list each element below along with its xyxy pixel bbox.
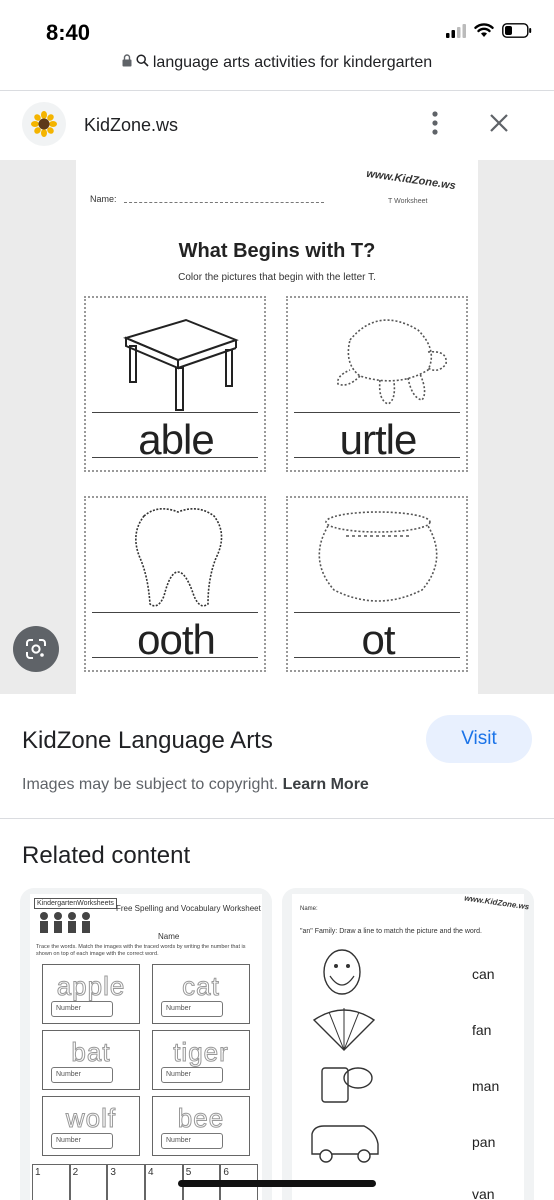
related-card-image: Name: www.KidZone.ws "an" Family: Draw a… [292, 893, 530, 1200]
battery-icon [502, 23, 532, 43]
worksheet-title: What Begins with T? [178, 240, 376, 262]
word-box: tiger Number [152, 1030, 250, 1090]
worksheet-cell-table: able [84, 296, 266, 472]
learn-more-link[interactable]: Learn More [283, 776, 369, 793]
man-picture [323, 949, 361, 995]
family-word: can [472, 966, 495, 982]
worksheet-word: ooth [137, 616, 216, 663]
trace-word: wolf [65, 1103, 117, 1134]
google-lens-icon[interactable] [13, 626, 59, 672]
worksheet-cell-pot: ot [286, 496, 468, 672]
word-box: wolf Number [42, 1096, 140, 1156]
card-title: Free Spelling and Vocabulary Worksheet [116, 904, 261, 913]
header-divider [0, 90, 554, 91]
family-word: pan [472, 1134, 496, 1150]
pot-picture [318, 511, 438, 602]
worksheet-cell-tooth: ooth [84, 496, 266, 672]
section-divider [0, 818, 554, 819]
wifi-icon [474, 23, 494, 43]
copyright-notice: Images may be subject to copyright. Lear… [22, 776, 369, 794]
search-icon [136, 54, 149, 72]
result-title-row: KidZone Language Arts Visit [0, 700, 554, 780]
trace-word: tiger [173, 1037, 229, 1068]
can-picture [321, 1067, 373, 1103]
related-content-heading: Related content [22, 842, 191, 869]
related-card[interactable]: Name: www.KidZone.ws "an" Family: Draw a… [282, 888, 534, 1200]
turtle-picture [336, 319, 447, 405]
trace-word: apple [56, 971, 126, 1002]
family-word: fan [472, 1022, 492, 1038]
related-card-image: KindergartenWorksheets Free Spelling and… [30, 894, 262, 1200]
number-box: Number [51, 1133, 113, 1149]
more-vert-icon[interactable] [420, 108, 450, 138]
worksheet-word: ot [361, 616, 395, 663]
worksheet-image[interactable]: Name: www.KidZone.ws T Worksheet What Be… [76, 160, 478, 694]
word-box: apple Number [42, 964, 140, 1024]
word-box: bee Number [152, 1096, 250, 1156]
family-word: man [472, 1078, 500, 1094]
table-picture [123, 318, 239, 411]
worksheet-name-label: Name: [90, 194, 117, 204]
worksheet-name-line [124, 202, 324, 203]
number-box: Number [51, 1067, 113, 1083]
worksheet-logo-sub: T Worksheet [388, 198, 428, 205]
card-instructions: "an" Family: Draw a line to match the pi… [300, 928, 482, 935]
van-picture [311, 1125, 379, 1163]
url-text: language arts activities for kindergarte… [152, 54, 433, 71]
card-header: KindergartenWorksheets [34, 898, 117, 909]
kids-icon [40, 912, 90, 933]
worksheet-cell-turtle: urtle [286, 296, 468, 472]
strip-cell: 2 [69, 1164, 108, 1200]
worksheet-word: urtle [339, 416, 418, 463]
strip-cell: 1 [32, 1164, 70, 1200]
worksheet-line [294, 412, 460, 413]
family-word: van [472, 1186, 495, 1200]
tooth-picture [135, 508, 223, 607]
word-box: bat Number [42, 1030, 140, 1090]
status-icons [446, 22, 532, 44]
image-title[interactable]: KidZone Language Arts [22, 727, 273, 755]
home-indicator[interactable] [178, 1180, 376, 1187]
trace-word: bee [177, 1103, 225, 1134]
strip-cell: 3 [107, 1164, 146, 1200]
worksheet-line [92, 612, 258, 613]
close-icon[interactable] [484, 108, 514, 138]
word-box: cat Number [152, 964, 250, 1024]
status-bar: 8:40 [0, 0, 554, 60]
strip-cell: 4 [145, 1164, 183, 1200]
fan-picture [312, 1008, 376, 1051]
card-name-label: Name: [300, 906, 318, 912]
trace-word: cat [182, 971, 220, 1002]
number-box: Number [51, 1001, 113, 1017]
card-instructions: Trace the words. Match the images with t… [36, 944, 246, 958]
number-box: Number [161, 1001, 223, 1017]
url-bar[interactable]: language arts activities for kindergarte… [0, 54, 554, 88]
lock-icon [122, 54, 132, 72]
trace-word: bat [71, 1037, 111, 1068]
cellular-icon [446, 23, 466, 43]
worksheet-logo: www.KidZone.ws [365, 167, 457, 193]
source-row: KidZone.ws [0, 96, 554, 158]
worksheet-line [294, 612, 460, 613]
card-logo: www.KidZone.ws [463, 893, 530, 912]
number-box: Number [161, 1133, 223, 1149]
card-name-label: Name [158, 932, 180, 941]
status-time: 8:40 [46, 20, 91, 45]
worksheet-subtitle: Color the pictures that begin with the l… [178, 272, 376, 283]
worksheet-word: able [138, 416, 214, 463]
related-card[interactable]: KindergartenWorksheets Free Spelling and… [20, 888, 272, 1200]
visit-button[interactable]: Visit [426, 715, 532, 763]
source-name[interactable]: KidZone.ws [84, 115, 178, 136]
sunflower-icon [22, 102, 66, 146]
copyright-text: Images may be subject to copyright. [22, 776, 279, 793]
number-box: Number [161, 1067, 223, 1083]
worksheet-line [92, 412, 258, 413]
